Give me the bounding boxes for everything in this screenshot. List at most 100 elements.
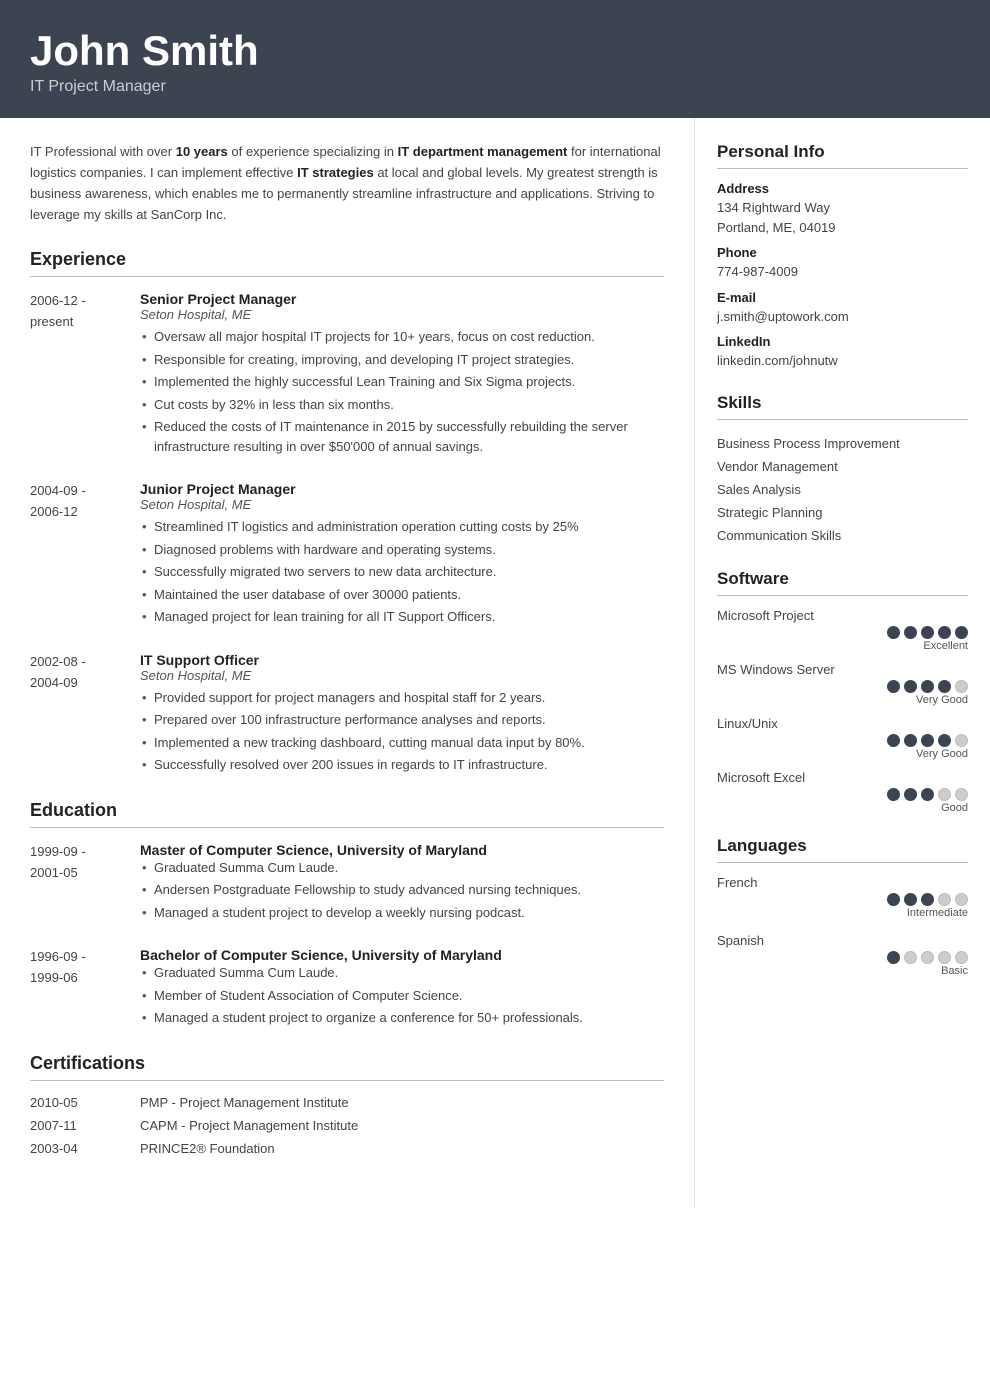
dot: [938, 951, 951, 964]
dot: [887, 951, 900, 964]
dot: [955, 680, 968, 693]
language-item-2: Spanish Basic: [717, 933, 968, 977]
personal-info-address-value: 134 Rightward WayPortland, ME, 04019: [717, 198, 968, 237]
education-dates-2: 1996-09 - 1999-06: [30, 947, 140, 1031]
bullet: Andersen Postgraduate Fellowship to stud…: [140, 880, 664, 900]
bullet: Diagnosed problems with hardware and ope…: [140, 540, 664, 560]
personal-info-email-label: E-mail: [717, 290, 968, 305]
cert-name-1: PMP - Project Management Institute: [140, 1095, 664, 1110]
bullet: Reduced the costs of IT maintenance in 2…: [140, 417, 664, 456]
experience-dates-3: 2002-08 - 2004-09: [30, 652, 140, 778]
experience-body-3: IT Support Officer Seton Hospital, ME Pr…: [140, 652, 664, 778]
dot: [904, 951, 917, 964]
experience-title: Experience: [30, 249, 664, 270]
dot: [904, 626, 917, 639]
experience-bullets-2: Streamlined IT logistics and administrat…: [140, 517, 664, 627]
software-rating-3: Very Good: [717, 734, 968, 760]
cert-entry-1: 2010-05 PMP - Project Management Institu…: [30, 1095, 664, 1110]
education-title: Education: [30, 800, 664, 821]
personal-info-address-label: Address: [717, 181, 968, 196]
dot: [904, 680, 917, 693]
bullet: Managed a student project to organize a …: [140, 1008, 664, 1028]
bullet: Provided support for project managers an…: [140, 688, 664, 708]
bullet: Managed project for lean training for al…: [140, 607, 664, 627]
experience-section: Experience 2006-12 - present Senior Proj…: [30, 249, 664, 778]
bullet: Maintained the user database of over 300…: [140, 585, 664, 605]
bullet: Successfully resolved over 200 issues in…: [140, 755, 664, 775]
education-dates-1: 1999-09 - 2001-05: [30, 842, 140, 926]
cert-entry-2: 2007-11 CAPM - Project Management Instit…: [30, 1118, 664, 1133]
bullet: Prepared over 100 infrastructure perform…: [140, 710, 664, 730]
dot: [955, 951, 968, 964]
education-role-2: Bachelor of Computer Science, University…: [140, 947, 664, 963]
language-rating-2: Basic: [717, 951, 968, 977]
bullet: Implemented the highly successful Lean T…: [140, 372, 664, 392]
experience-entry-1: 2006-12 - present Senior Project Manager…: [30, 291, 664, 459]
skill-item-5: Communication Skills: [717, 524, 968, 547]
dot: [938, 734, 951, 747]
language-dots-1: [887, 893, 968, 906]
experience-role-2: Junior Project Manager: [140, 481, 664, 497]
bullet: Successfully migrated two servers to new…: [140, 562, 664, 582]
languages-title: Languages: [717, 836, 968, 856]
experience-org-3: Seton Hospital, ME: [140, 668, 664, 683]
experience-body-2: Junior Project Manager Seton Hospital, M…: [140, 481, 664, 630]
dot: [955, 626, 968, 639]
cert-name-2: CAPM - Project Management Institute: [140, 1118, 664, 1133]
software-name-1: Microsoft Project: [717, 608, 968, 623]
dot: [938, 893, 951, 906]
bullet: Member of Student Association of Compute…: [140, 986, 664, 1006]
experience-divider: [30, 276, 664, 277]
bullet: Streamlined IT logistics and administrat…: [140, 517, 664, 537]
dot: [921, 626, 934, 639]
software-rating-2: Very Good: [717, 680, 968, 706]
language-rating-1: Intermediate: [717, 893, 968, 919]
summary-section: IT Professional with over 10 years of ex…: [30, 142, 664, 225]
skill-item-4: Strategic Planning: [717, 501, 968, 524]
software-rating-1: Excellent: [717, 626, 968, 652]
bullet: Graduated Summa Cum Laude.: [140, 858, 664, 878]
language-item-1: French Intermediate: [717, 875, 968, 919]
dot: [921, 734, 934, 747]
dot: [921, 788, 934, 801]
experience-org-1: Seton Hospital, ME: [140, 307, 664, 322]
right-column: Personal Info Address 134 Rightward WayP…: [695, 118, 990, 1208]
dot: [938, 626, 951, 639]
experience-org-2: Seton Hospital, ME: [140, 497, 664, 512]
education-section: Education 1999-09 - 2001-05 Master of Co…: [30, 800, 664, 1031]
software-title: Software: [717, 569, 968, 589]
cert-date-2: 2007-11: [30, 1118, 140, 1133]
software-name-3: Linux/Unix: [717, 716, 968, 731]
personal-info-email-value: j.smith@uptowork.com: [717, 307, 968, 327]
software-dots-1: [887, 626, 968, 639]
personal-info-title: Personal Info: [717, 142, 968, 162]
dot: [921, 951, 934, 964]
language-name-1: French: [717, 875, 968, 890]
dot: [887, 893, 900, 906]
language-dots-2: [887, 951, 968, 964]
experience-role-1: Senior Project Manager: [140, 291, 664, 307]
personal-info-linkedin-value: linkedin.com/johnutw: [717, 351, 968, 371]
dot: [938, 680, 951, 693]
cert-entry-3: 2003-04 PRINCE2® Foundation: [30, 1141, 664, 1156]
languages-section: Languages French Intermediate Spanish: [717, 836, 968, 977]
dot: [904, 893, 917, 906]
dot: [921, 893, 934, 906]
language-name-2: Spanish: [717, 933, 968, 948]
personal-info-phone-value: 774-987-4009: [717, 262, 968, 282]
software-label-1: Excellent: [923, 640, 968, 652]
software-item-1: Microsoft Project Excellent: [717, 608, 968, 652]
education-body-2: Bachelor of Computer Science, University…: [140, 947, 664, 1031]
resume-header: John Smith IT Project Manager: [0, 0, 990, 118]
education-bullets-2: Graduated Summa Cum Laude. Member of Stu…: [140, 963, 664, 1028]
experience-role-3: IT Support Officer: [140, 652, 664, 668]
dot: [887, 626, 900, 639]
left-column: IT Professional with over 10 years of ex…: [0, 118, 695, 1208]
bullet: Oversaw all major hospital IT projects f…: [140, 327, 664, 347]
dot: [904, 734, 917, 747]
bullet: Implemented a new tracking dashboard, cu…: [140, 733, 664, 753]
education-divider: [30, 827, 664, 828]
certifications-divider: [30, 1080, 664, 1081]
candidate-name: John Smith: [30, 28, 960, 74]
software-label-4: Good: [941, 802, 968, 814]
